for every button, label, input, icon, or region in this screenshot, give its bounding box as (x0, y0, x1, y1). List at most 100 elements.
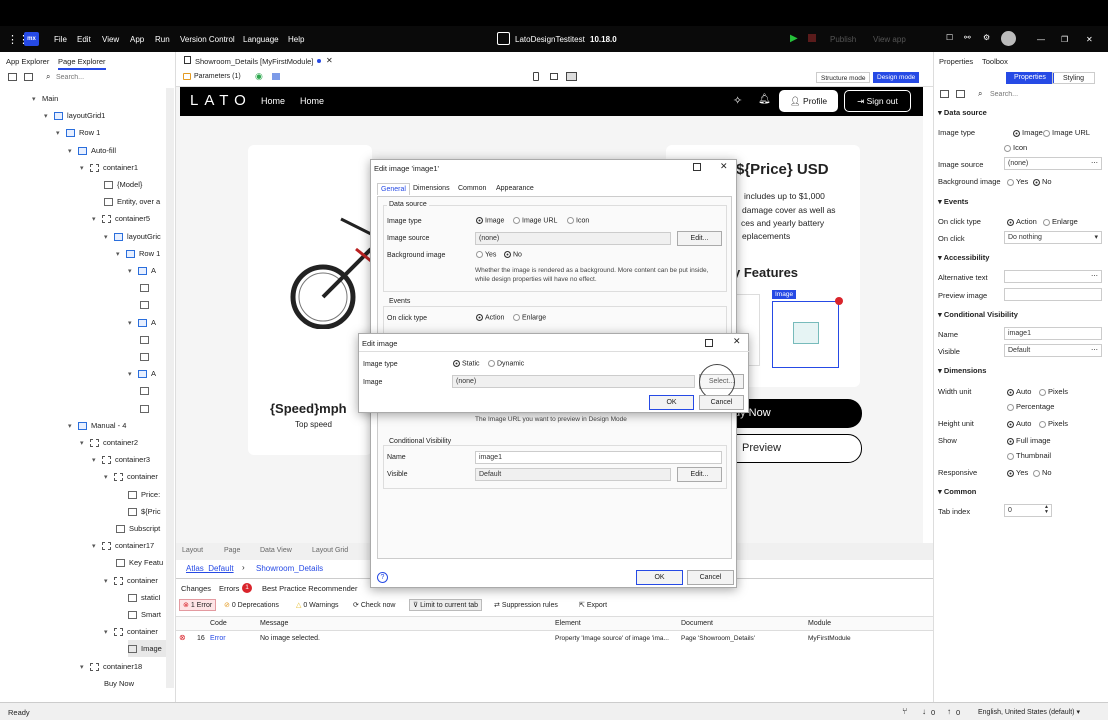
search-input[interactable] (56, 70, 166, 84)
list-item[interactable] (140, 400, 153, 417)
dlg-cancel-button[interactable]: Cancel (687, 570, 734, 585)
dlg-image-type-icon[interactable]: Icon (567, 217, 589, 224)
chevron-down-icon[interactable]: ▾ (56, 125, 66, 142)
dlg-name-field[interactable]: image1 (475, 451, 722, 464)
background-yes-radio[interactable] (1007, 178, 1014, 186)
view-app-button[interactable]: View app (873, 35, 906, 44)
chevron-down-icon[interactable]: ▾ (128, 263, 138, 280)
panel-expand-icon[interactable] (956, 90, 965, 98)
tablet-view-icon[interactable] (550, 73, 558, 80)
row-type[interactable]: Error (210, 635, 226, 642)
chevron-down-icon[interactable]: ▾ (80, 160, 90, 177)
chevron-down-icon[interactable]: ▾ (116, 246, 126, 263)
chat-icon[interactable]: ☐ (946, 33, 953, 42)
bell-icon[interactable]: 🔔︎ (758, 94, 771, 105)
section-data-source[interactable]: ▾ Data source (938, 108, 987, 117)
list-item[interactable]: ▾ Manual - 4 (68, 417, 126, 434)
radio-enlarge[interactable] (513, 314, 520, 321)
dlg-image-type-url[interactable]: Image URL (513, 217, 557, 224)
dlg-background-yes[interactable]: Yes (476, 251, 496, 258)
image-widget-selected[interactable] (772, 301, 839, 368)
width-percentage-radio[interactable] (1007, 403, 1014, 411)
eye-icon[interactable]: ◉ (255, 71, 263, 82)
parameters-button[interactable]: Parameters (1) (194, 73, 241, 80)
team-icon[interactable]: ⚯ (964, 33, 971, 42)
section-events[interactable]: ▾ Events (938, 197, 968, 206)
image-toggle-icon[interactable] (272, 73, 280, 80)
list-item[interactable]: ▾ Auto-fill (68, 142, 116, 159)
image-type-image-radio[interactable] (1013, 129, 1020, 137)
chevron-down-icon[interactable]: ▾ (80, 659, 90, 676)
inner-cancel-button[interactable]: Cancel (699, 395, 744, 410)
list-item[interactable] (140, 279, 153, 296)
maximize-icon[interactable] (693, 163, 701, 171)
tab-data-view[interactable]: Data View (260, 547, 292, 554)
panel-collapse-icon[interactable] (940, 90, 949, 98)
list-item[interactable]: Key Featu (116, 554, 163, 571)
on-click-enlarge[interactable]: Enlarge (1043, 213, 1078, 230)
tab-changes[interactable]: Changes (181, 584, 211, 593)
image-type-url[interactable]: Image URL (1043, 124, 1090, 141)
menu-run[interactable]: Run (155, 35, 170, 44)
chevron-down-icon[interactable]: ▾ (92, 452, 102, 469)
list-item[interactable]: ▾ container18 (80, 658, 142, 675)
menu-language[interactable]: Language (243, 35, 279, 44)
dlg-image-type-image[interactable]: Image (476, 217, 504, 224)
ellipsis-icon[interactable]: ⋯ (1091, 158, 1098, 169)
list-item[interactable]: ▾ layoutGric (104, 228, 161, 245)
menu-edit[interactable]: Edit (77, 35, 91, 44)
ellipsis-icon[interactable]: ⋯ (1091, 345, 1098, 356)
tab-index-stepper[interactable]: 0 ▲ ▼ (1004, 504, 1052, 517)
list-item[interactable]: Smart (128, 606, 161, 623)
inner-static-option[interactable]: Static (453, 360, 480, 367)
dlg-visible-edit-button[interactable]: Edit... (677, 467, 722, 482)
run-icon[interactable]: ▶ (790, 33, 798, 44)
image-type-url-radio[interactable] (1043, 129, 1050, 137)
visible-field[interactable]: Default ⋯ (1004, 344, 1102, 357)
responsive-no-radio[interactable] (1033, 469, 1040, 477)
minimize-icon[interactable]: — (1037, 35, 1045, 44)
chevron-down-icon[interactable]: ▾ (104, 229, 114, 246)
locale-select[interactable]: English, United States (default) ▾ (978, 708, 1080, 716)
list-item[interactable]: Price: (128, 486, 160, 503)
tab-app-explorer[interactable]: App Explorer (6, 57, 49, 66)
responsive-no[interactable]: No (1033, 464, 1052, 481)
col-code[interactable]: Code (210, 620, 227, 627)
tab-errors[interactable]: Errors (219, 584, 239, 593)
menu-app[interactable]: App (130, 35, 144, 44)
list-item[interactable]: ▾ Row 1 (116, 245, 160, 262)
dlg-ok-button[interactable]: OK (636, 570, 683, 585)
show-full-image-radio[interactable] (1007, 437, 1014, 445)
list-item[interactable] (140, 331, 153, 348)
filter-warnings[interactable]: △ 0 Warnings (296, 601, 338, 609)
list-item[interactable]: ${Pric (128, 503, 161, 520)
chevron-down-icon[interactable]: ▾ (44, 108, 54, 125)
radio-image-url[interactable] (513, 217, 520, 224)
breadcrumb-layout[interactable]: Atlas_Default (186, 564, 234, 573)
tab-properties[interactable]: Properties (939, 57, 973, 66)
height-pixels[interactable]: Pixels (1039, 415, 1068, 432)
background-yes[interactable]: Yes (1007, 173, 1028, 190)
list-item[interactable]: ▾ container (104, 468, 158, 485)
on-click-enlarge-radio[interactable] (1043, 218, 1050, 226)
limit-to-tab-toggle[interactable]: ⊽ Limit to current tab (409, 599, 483, 611)
nav-home-1[interactable]: Home (261, 96, 285, 106)
chevron-down-icon[interactable]: ▾ (92, 538, 102, 555)
on-click-action[interactable]: Action (1007, 213, 1037, 230)
export-button[interactable]: ⇱ Export (579, 601, 607, 609)
close-window-icon[interactable]: ✕ (1086, 35, 1093, 44)
tab-toolbox[interactable]: Toolbox (982, 57, 1008, 66)
dlg-on-click-action[interactable]: Action (476, 314, 504, 321)
chevron-down-icon[interactable]: ▾ (68, 418, 78, 435)
height-auto[interactable]: Auto (1007, 415, 1031, 432)
sparkle-icon[interactable]: ✧ (733, 94, 742, 107)
inner-dynamic-option[interactable]: Dynamic (488, 360, 524, 367)
dialog-close-icon[interactable]: ✕ (720, 161, 728, 172)
list-item[interactable]: ▾ container3 (92, 451, 150, 468)
col-module[interactable]: Module (808, 620, 831, 627)
check-now-button[interactable]: ⟳ Check now (353, 601, 395, 609)
inner-ok-button[interactable]: OK (649, 395, 694, 410)
col-document[interactable]: Document (681, 620, 713, 627)
ellipsis-icon[interactable]: ⋯ (1091, 271, 1098, 282)
chevron-down-icon[interactable]: ▾ (104, 469, 114, 486)
